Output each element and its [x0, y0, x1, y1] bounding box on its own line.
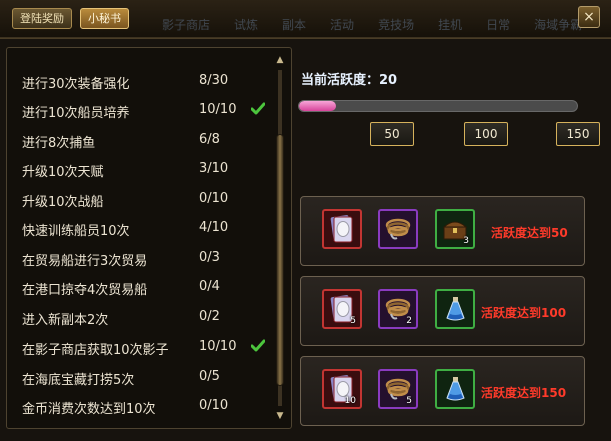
tab-login-reward[interactable]: 登陆奖励 — [12, 8, 72, 29]
item-quantity: 10 — [344, 396, 356, 406]
task-name: 快速训练船员10次 — [22, 224, 130, 239]
item-quantity: 3 — [463, 236, 469, 246]
task-name: 进行10次船员培养 — [22, 106, 130, 121]
task-count: 4/10 — [199, 220, 229, 235]
task-count: 6/8 — [199, 132, 220, 147]
milestone-150[interactable]: 150 — [556, 122, 600, 146]
reward-slot[interactable]: 3 — [435, 209, 475, 249]
item-quantity: 5 — [350, 316, 356, 326]
task-name: 进行30次装备强化 — [22, 77, 130, 92]
item-quantity: 2 — [406, 316, 412, 326]
main-panel: 进行30次装备强化 8/30 进行10次船员培养 10/10 进行8次捕鱼 6/8 升级10… — [0, 38, 611, 441]
scroll-up-icon[interactable]: ▲ — [275, 56, 285, 65]
task-count: 0/3 — [199, 250, 220, 265]
task-name: 在贸易船进行3次贸易 — [22, 254, 148, 269]
reward-slot[interactable]: 5 — [322, 289, 362, 329]
task-list: 进行30次装备强化 8/30 进行10次船员培养 10/10 进行8次捕鱼 6/8 升级10… — [6, 47, 292, 429]
task-count: 3/10 — [199, 161, 229, 176]
reward-slot[interactable] — [435, 289, 475, 329]
task-row[interactable]: 进行10次船员培养 10/10 — [7, 99, 267, 123]
task-name: 金币消费次数达到10次 — [22, 402, 156, 417]
activity-progress-bar — [298, 100, 578, 112]
task-name: 升级10次战船 — [22, 195, 104, 210]
task-count: 10/10 — [199, 102, 237, 117]
background-tab: 竞技场 — [378, 18, 415, 32]
scroll-down-icon[interactable]: ▼ — [275, 412, 285, 421]
reward-panel[interactable]: 10 5 活跃度达到150 — [300, 356, 585, 426]
task-row[interactable]: 升级10次战船 0/10 — [7, 188, 267, 212]
task-count: 10/10 — [199, 339, 237, 354]
activity-label: 当前活跃度：20 — [301, 73, 398, 88]
reward-slot[interactable]: 5 — [378, 369, 418, 409]
task-name: 在影子商店获取10次影子 — [22, 343, 169, 358]
task-count: 0/5 — [199, 369, 220, 384]
reward-slot[interactable]: 10 — [322, 369, 362, 409]
scroll-thumb[interactable] — [276, 134, 284, 386]
reward-slot[interactable]: 2 — [378, 289, 418, 329]
scrollbar[interactable]: ▲ ▼ — [275, 56, 285, 421]
task-count: 0/2 — [199, 309, 220, 324]
task-name: 在海底宝藏打捞5次 — [22, 373, 135, 388]
milestone-50[interactable]: 50 — [370, 122, 414, 146]
activity-progress-fill — [299, 101, 337, 111]
reward-slot[interactable] — [322, 209, 362, 249]
task-row[interactable]: 在海底宝藏打捞5次 0/5 — [7, 366, 267, 390]
background-tab: 影子商店 — [162, 18, 211, 32]
background-tab: 活动 — [330, 18, 355, 32]
task-count: 0/4 — [199, 279, 220, 294]
task-name: 进入新副本2次 — [22, 313, 109, 328]
tab-secret-book[interactable]: 小秘书 — [80, 8, 129, 29]
task-name: 进行8次捕鱼 — [22, 136, 96, 151]
task-name: 在港口掠夺4次贸易船 — [22, 283, 148, 298]
background-tab: 试炼 — [234, 18, 259, 32]
close-icon: × — [583, 9, 595, 25]
reward-requirement: 活跃度达到150 — [481, 386, 567, 400]
background-menu: 影子商店 试炼 副本 活动 竞技场 挂机 日常 海域争霸 — [150, 16, 594, 34]
background-tab: 日常 — [486, 18, 511, 32]
milestone-100[interactable]: 100 — [464, 122, 508, 146]
task-row[interactable]: 升级10次天赋 3/10 — [7, 158, 267, 182]
check-icon — [251, 102, 265, 115]
background-tab: 挂机 — [438, 18, 463, 32]
task-row[interactable]: 在贸易船进行3次贸易 0/3 — [7, 247, 267, 271]
task-row[interactable]: 快速训练船员10次 4/10 — [7, 217, 267, 241]
task-count: 0/10 — [199, 191, 229, 206]
window-header: 影子商店 试炼 副本 活动 竞技场 挂机 日常 海域争霸 登陆奖励 小秘书 × — [0, 0, 611, 38]
task-row[interactable]: 进行8次捕鱼 6/8 — [7, 129, 267, 153]
close-button[interactable]: × — [578, 6, 600, 28]
reward-slot[interactable] — [435, 369, 475, 409]
task-count: 8/30 — [199, 73, 229, 88]
task-row[interactable]: 进入新副本2次 0/2 — [7, 306, 267, 330]
task-name: 升级10次天赋 — [22, 165, 104, 180]
check-icon — [251, 339, 265, 352]
task-row[interactable]: 金币消费次数达到10次 0/10 — [7, 395, 267, 419]
background-tab: 副本 — [282, 18, 307, 32]
reward-slot[interactable] — [378, 209, 418, 249]
item-quantity: 5 — [406, 396, 412, 406]
task-row[interactable]: 在影子商店获取10次影子 10/10 — [7, 336, 267, 360]
reward-requirement: 活跃度达到100 — [481, 306, 567, 320]
task-row[interactable]: 进行30次装备强化 8/30 — [7, 70, 267, 94]
reward-panel[interactable]: 5 2 活跃度达到100 — [300, 276, 585, 346]
reward-requirement: 活跃度达到50 — [491, 226, 568, 240]
task-row[interactable]: 在港口掠夺4次贸易船 0/4 — [7, 276, 267, 300]
reward-panel[interactable]: 3 活跃度达到50 — [300, 196, 585, 266]
task-count: 0/10 — [199, 398, 229, 413]
